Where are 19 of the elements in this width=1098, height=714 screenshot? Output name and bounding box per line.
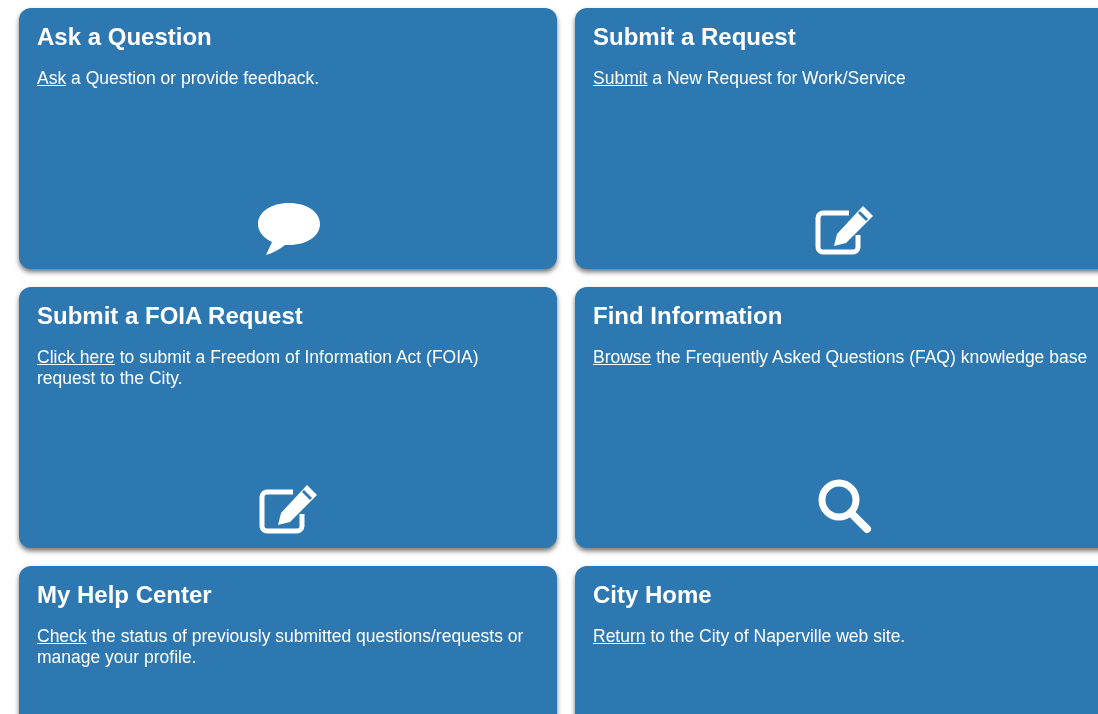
card-title: Submit a FOIA Request (37, 301, 304, 331)
card-title: Submit a Request (593, 22, 797, 52)
card-description: Click here to submit a Freedom of Information Act (FOIA) request to the City. (37, 347, 480, 389)
card-description: Submit a New Request for Work/Service (593, 68, 907, 89)
card-link[interactable]: Ask (37, 68, 67, 88)
card-title: My Help Center (37, 580, 213, 610)
card-title: City Home (593, 580, 713, 610)
card-title: Find Information (593, 301, 784, 331)
card-title: Ask a Question (37, 22, 213, 52)
card-link[interactable]: Browse (593, 347, 652, 367)
card-description: Ask a Question or provide feedback. (37, 68, 321, 89)
card-link[interactable]: Return (593, 626, 646, 646)
card-link[interactable]: Check (37, 626, 87, 646)
card-link[interactable]: Submit (593, 68, 648, 88)
card-description: Check the status of previously submitted questions/requests or manage your profile. (37, 626, 525, 668)
card-description: Browse the Frequently Asked Questions (FAQ) knowledge base (593, 347, 1089, 368)
card-link[interactable]: Click here (37, 347, 115, 367)
card-description: Return to the City of Naperville web site. (593, 626, 907, 647)
speech-bubble-icon (256, 201, 322, 257)
